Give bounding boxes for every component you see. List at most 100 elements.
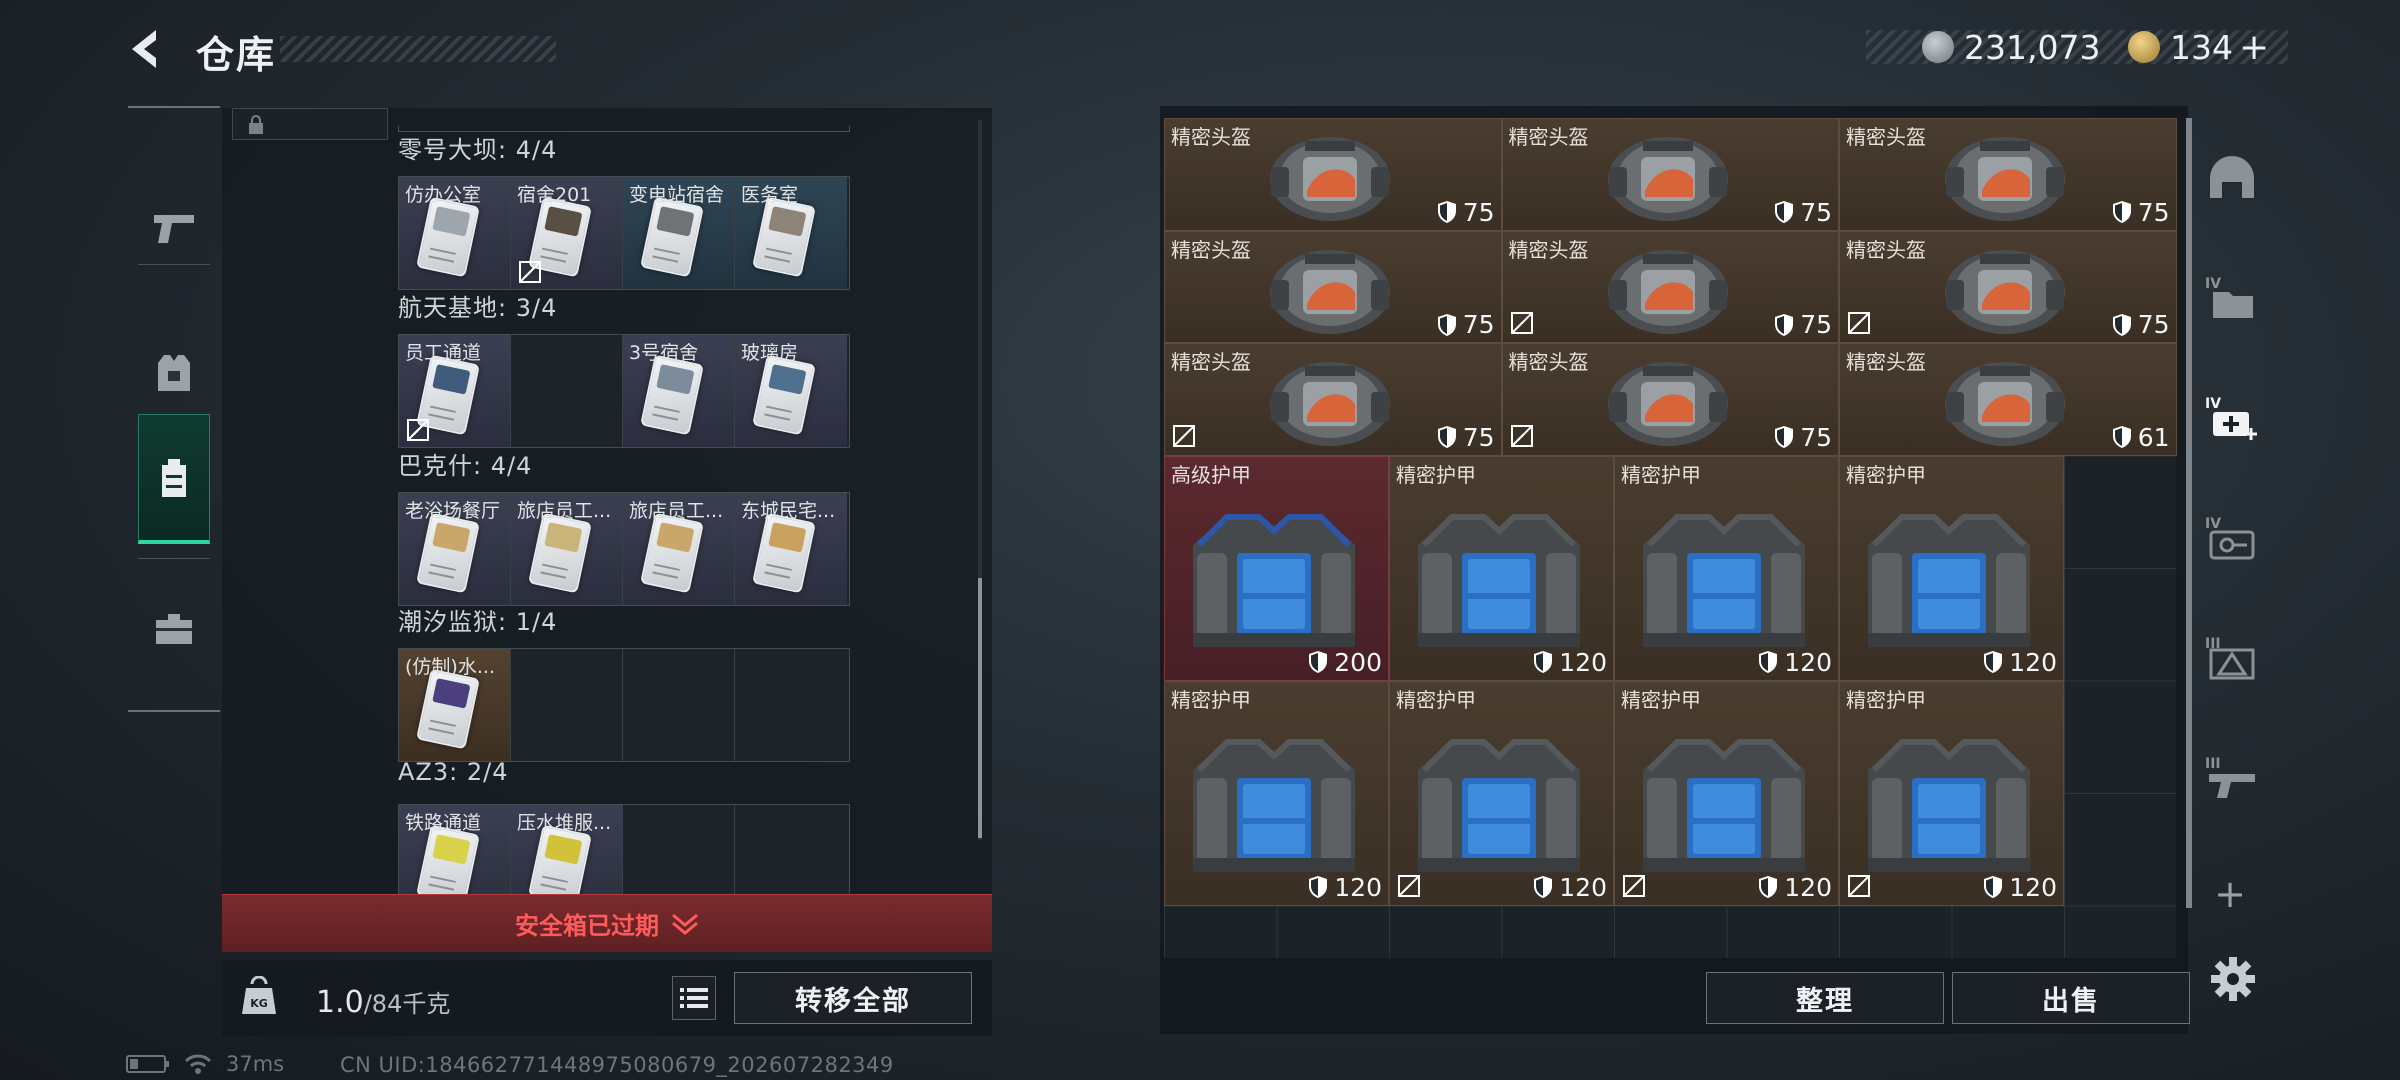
keycard-image — [752, 354, 816, 436]
tab-weapon[interactable] — [138, 164, 210, 294]
keycard-slot[interactable]: 旅店员工... — [623, 493, 735, 605]
weight-current: 1.0 — [316, 985, 364, 1020]
empty-slot[interactable] — [623, 649, 735, 761]
list-icon — [680, 988, 708, 1008]
weight-icon: KG — [238, 975, 280, 1018]
item-name: 精密护甲 — [1171, 687, 1251, 712]
armor-item[interactable]: 精密护甲 120 — [1614, 680, 1839, 906]
backpack-icon — [162, 458, 186, 497]
keycard-image — [640, 512, 704, 594]
keycard-slot[interactable]: 3号宿舍 — [623, 335, 735, 447]
item-name: 精密护甲 — [1621, 687, 1701, 712]
pyramid-tier3-icon[interactable]: III — [2200, 626, 2264, 690]
case-slot[interactable] — [232, 108, 388, 140]
keycard-label: 3号宿舍 — [629, 342, 699, 364]
helmet-item[interactable]: 精密头盔 75 — [1839, 230, 2177, 343]
helmet-item[interactable]: 精密头盔 75 — [1501, 230, 1839, 343]
keycard-slot[interactable]: 旅店员工... — [511, 493, 623, 605]
back-icon[interactable] — [122, 24, 172, 74]
keycard-label: (仿制)水... — [405, 656, 495, 678]
empty-slot[interactable] — [511, 335, 623, 447]
list-view-button[interactable] — [672, 976, 716, 1020]
keycard-grid: 老浴场餐厅 旅店员工... 旅店员工... 东城民宅... — [398, 492, 850, 606]
keycard-slot[interactable]: 员工通道 — [399, 335, 511, 447]
tab-case[interactable] — [138, 564, 210, 694]
helmet-item[interactable]: 精密头盔 75 — [1501, 343, 1839, 456]
keycard-grid: 员工通道 3号宿舍 玻璃房 — [398, 334, 850, 448]
durability: 120 — [1533, 648, 1607, 677]
item-name: 精密头盔 — [1171, 125, 1251, 149]
svg-text:KG: KG — [250, 997, 268, 1010]
helmet-item[interactable]: 精密头盔 75 — [1164, 118, 1502, 231]
no-trade-icon — [1509, 310, 1535, 336]
helmet-item[interactable]: 精密头盔 75 — [1839, 118, 2177, 231]
keycard-label: 仿办公室 — [405, 184, 482, 206]
armor-image — [1643, 513, 1805, 647]
helmet-item[interactable]: 精密头盔 75 — [1501, 118, 1839, 231]
add-tab-button[interactable]: + — [2208, 872, 2252, 916]
keycard-slot[interactable]: (仿制)水... — [399, 649, 511, 761]
svg-text:IV: IV — [2205, 276, 2221, 292]
item-name: 精密护甲 — [1396, 687, 1476, 712]
durability-value: 75 — [1462, 310, 1495, 339]
tab-backpack[interactable] — [138, 414, 210, 544]
gold-currency[interactable]: 134 + — [2128, 26, 2269, 68]
sell-button[interactable]: 出售 — [1952, 972, 2190, 1024]
helmet-item[interactable]: 精密头盔 75 — [1164, 230, 1502, 343]
pistol-icon — [154, 215, 194, 243]
keycard-label: 铁路通道 — [405, 812, 482, 834]
durability-value: 75 — [2137, 197, 2170, 227]
svg-text:IV: IV — [2205, 396, 2221, 412]
section-title: 航天基地: 3/4 — [398, 294, 558, 322]
armor-item[interactable]: 精密护甲 120 — [1389, 455, 1614, 681]
expired-banner[interactable]: 安全箱已过期 — [222, 894, 992, 952]
key-tier4-icon[interactable]: IV — [2200, 506, 2264, 570]
helmet-category-icon[interactable] — [2200, 146, 2264, 210]
folder-tier4-icon[interactable]: IV — [2200, 266, 2264, 330]
keycard-slot[interactable]: 玻璃房 — [735, 335, 847, 447]
armor-item[interactable]: 高级护甲 200 — [1164, 455, 1389, 681]
armor-item[interactable]: 精密护甲 120 — [1839, 455, 2064, 681]
organize-button[interactable]: 整理 — [1706, 972, 1944, 1024]
armor-item[interactable]: 精密护甲 120 — [1164, 680, 1389, 906]
transfer-all-button[interactable]: 转移全部 — [734, 972, 972, 1024]
keycard-slot[interactable]: 仿办公室 — [399, 177, 511, 289]
armor-item[interactable]: 精密护甲 120 — [1614, 455, 1839, 681]
empty-slot[interactable] — [511, 649, 623, 761]
armor-item[interactable]: 精密护甲 120 — [1839, 680, 2064, 906]
keycard-slot[interactable]: 东城民宅... — [735, 493, 847, 605]
shield-icon — [2112, 201, 2131, 223]
gun-tier3-icon[interactable]: III — [2200, 746, 2264, 810]
durability-value: 120 — [2009, 872, 2057, 902]
no-trade-icon — [1509, 423, 1535, 449]
keycard-label: 旅店员工... — [629, 500, 724, 522]
keycard-slot[interactable]: 变电站宿舍 — [623, 177, 735, 289]
keycard-slot[interactable]: 宿舍201 — [511, 177, 623, 289]
shield-icon — [1984, 876, 2003, 898]
durability: 120 — [1983, 648, 2057, 677]
ping-text: 37ms — [226, 1052, 285, 1076]
no-trade-icon — [1621, 873, 1647, 899]
item-name: 精密头盔 — [1846, 350, 1926, 374]
helmet-image — [1270, 362, 1390, 446]
keycard-image — [416, 668, 480, 750]
left-scrollbar[interactable] — [978, 578, 982, 838]
empty-slot[interactable] — [735, 649, 847, 761]
durability: 75 — [1774, 198, 1832, 227]
silver-coin-icon — [1922, 31, 1954, 63]
medkit-tier4-icon[interactable]: IV — [2200, 386, 2264, 450]
gear-icon[interactable] — [2208, 954, 2258, 1004]
no-trade-icon — [517, 259, 543, 285]
durability-value: 75 — [1800, 197, 1832, 227]
add-gold-icon[interactable]: + — [2239, 27, 2269, 68]
helmet-image — [1270, 249, 1390, 334]
helmet-item[interactable]: 精密头盔 61 — [1839, 343, 2177, 456]
chevron-down-icon — [672, 913, 698, 935]
armor-item[interactable]: 精密护甲 120 — [1389, 680, 1614, 906]
helmet-image — [1945, 362, 2065, 446]
keycard-slot[interactable]: 医务室 — [735, 177, 847, 289]
keycard-grid: (仿制)水... — [398, 648, 850, 762]
keycard-slot[interactable]: 老浴场餐厅 — [399, 493, 511, 605]
keycard-image — [528, 512, 592, 594]
helmet-item[interactable]: 精密头盔 75 — [1164, 343, 1502, 456]
